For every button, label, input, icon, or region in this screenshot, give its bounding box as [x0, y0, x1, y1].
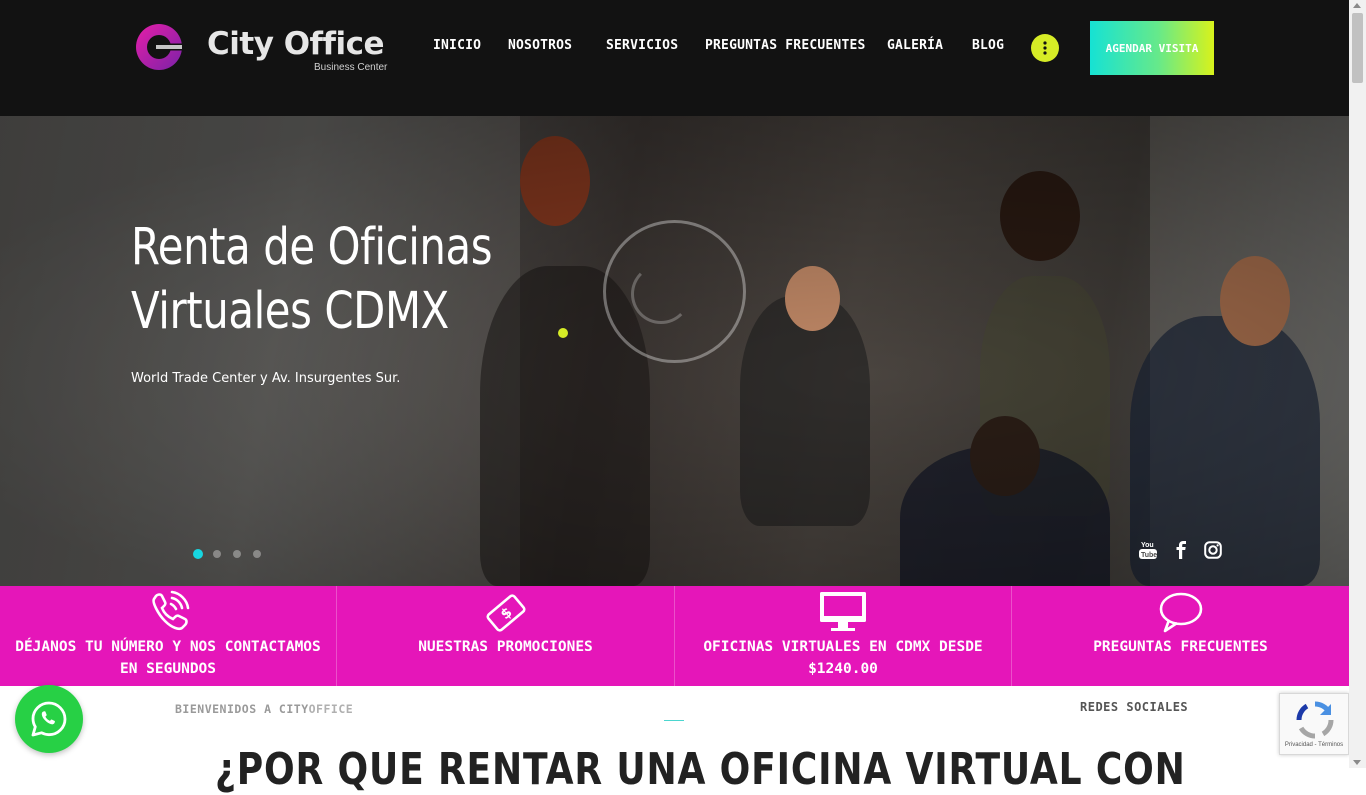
scrollbar-thumb[interactable] — [1352, 13, 1363, 83]
whatsapp-icon — [31, 701, 67, 737]
section-heading: ¿POR QUE RENTAR UNA OFICINA VIRTUAL CON — [215, 744, 1186, 795]
feature-bar: DÉJANOS TU NÚMERO Y NOS CONTACTAMOS EN S… — [0, 586, 1349, 686]
nav-item-inicio[interactable]: INICIO — [433, 38, 481, 53]
feature-promociones[interactable]: $ NUESTRAS PROMOCIONES — [337, 586, 675, 686]
slide-dot-2[interactable] — [213, 550, 221, 558]
feature-label: DÉJANOS TU NÚMERO Y NOS CONTACTAMOS EN S… — [15, 639, 321, 677]
feature-label: PREGUNTAS FRECUENTES — [1093, 639, 1268, 655]
welcome-accent: OFFICE — [308, 702, 354, 716]
nav-item-blog[interactable]: BLOG — [972, 38, 1004, 53]
slide-dot-3[interactable] — [233, 550, 241, 558]
redes-sociales-label: REDES SOCIALES — [1080, 700, 1189, 714]
monitor-icon — [820, 592, 866, 631]
facebook-link[interactable] — [1170, 538, 1192, 562]
instagram-icon — [1204, 541, 1222, 559]
welcome-eyebrow: BIENVENIDOS A CITYOFFICE — [175, 702, 353, 716]
feature-label: NUESTRAS PROMOCIONES — [418, 639, 593, 655]
feature-oficinas-virtuales[interactable]: OFICINAS VIRTUALES EN CDMX DESDE $1240.0… — [675, 586, 1012, 686]
site-header: City Office Business Center INICIO NOSOT… — [0, 0, 1349, 116]
welcome-prefix: BIENVENIDOS A CITY — [175, 702, 309, 716]
svg-text:You: You — [1141, 542, 1154, 549]
brand-name: City Office — [207, 26, 385, 62]
hero-subtitle: World Trade Center y Av. Insurgentes Sur… — [131, 371, 401, 386]
logo[interactable]: City Office Business Center — [134, 22, 394, 76]
youtube-icon: You Tube — [1139, 542, 1157, 559]
nav-item-servicios[interactable]: SERVICIOS — [606, 38, 678, 53]
svg-text:Tube: Tube — [1141, 552, 1157, 559]
divider — [664, 720, 684, 721]
brand-tagline: Business Center — [314, 62, 388, 73]
recaptcha-links[interactable]: Privacidad - Términos — [1280, 742, 1348, 748]
nav-item-galeria[interactable]: GALERÍA — [887, 38, 943, 53]
instagram-link[interactable] — [1202, 538, 1224, 562]
facebook-icon — [1176, 541, 1186, 559]
whatsapp-button[interactable] — [15, 685, 83, 753]
vertical-dots-icon — [1043, 41, 1047, 55]
scroll-up-arrow-icon[interactable] — [1353, 3, 1361, 8]
chat-bubble-icon — [1159, 592, 1202, 633]
recaptcha-badge[interactable]: Privacidad - Términos — [1279, 693, 1349, 755]
slide-dot-1[interactable] — [193, 549, 203, 559]
phone-icon — [152, 590, 190, 631]
youtube-link[interactable]: You Tube — [1137, 538, 1159, 562]
nav-item-preguntas-frecuentes[interactable]: PREGUNTAS FRECUENTES — [705, 38, 866, 53]
agendar-visita-button[interactable]: AGENDAR VISITA — [1090, 21, 1214, 75]
scrollbar[interactable] — [1349, 0, 1366, 768]
money-icon: $ — [485, 594, 526, 632]
scroll-down-arrow-icon[interactable] — [1353, 760, 1361, 765]
feature-contact[interactable]: DÉJANOS TU NÚMERO Y NOS CONTACTAMOS EN S… — [0, 586, 337, 686]
slide-dot-4[interactable] — [253, 550, 261, 558]
city-office-logo-icon — [136, 24, 184, 70]
nav-item-nosotros[interactable]: NOSOTROS — [508, 38, 572, 53]
hero-slider: Renta de Oficinas Virtuales CDMX World T… — [0, 116, 1349, 586]
recaptcha-icon — [1296, 701, 1334, 739]
feature-label: OFICINAS VIRTUALES EN CDMX DESDE $1240.0… — [703, 639, 983, 677]
hero-title: Renta de Oficinas Virtuales CDMX — [131, 218, 493, 341]
more-menu-button[interactable] — [1031, 34, 1059, 62]
feature-preguntas[interactable]: PREGUNTAS FRECUENTES — [1012, 586, 1349, 686]
